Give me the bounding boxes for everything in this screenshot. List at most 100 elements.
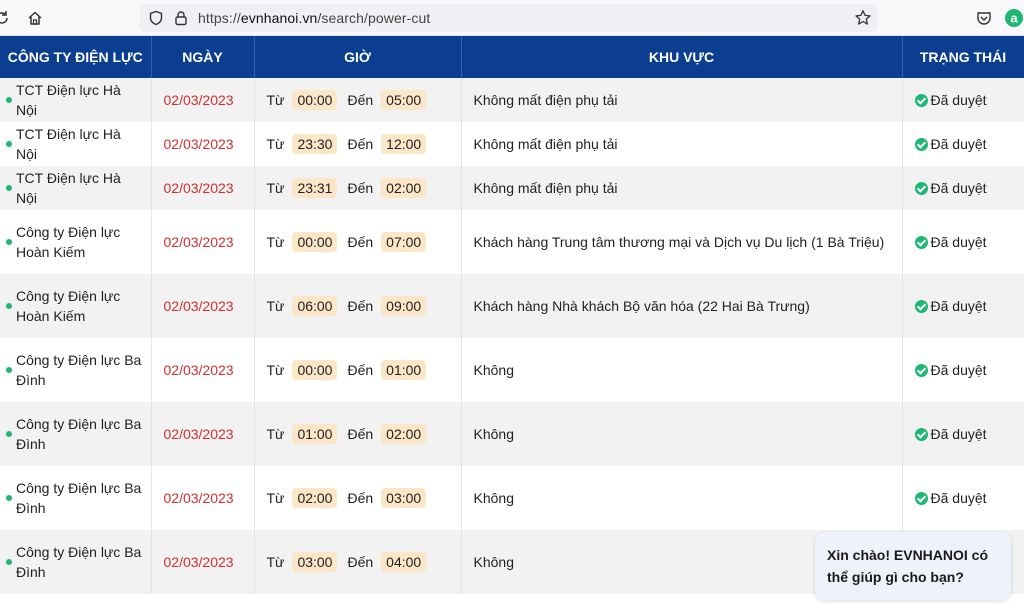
from-label: Từ [266, 298, 285, 314]
to-time: 12:00 [381, 134, 427, 154]
check-circle-icon [914, 236, 928, 249]
table-header-row: CÔNG TY ĐIỆN LỰC NGÀY GIỜ KHU VỰC TRẠNG … [0, 36, 1024, 78]
check-circle-icon [914, 182, 928, 195]
browser-toolbar: https://evnhanoi.vn/search/power-cut a [0, 0, 1024, 36]
status-text: Đã duyệt [930, 136, 987, 152]
table-row: Công ty Điện lực Ba Đình 02/03/2023 Từ 02:0… [0, 466, 1024, 530]
time-cell: Từ 00:00 Đến 05:00 [254, 78, 462, 122]
from-time: 03:00 [292, 552, 338, 572]
company-dot-icon [6, 141, 12, 147]
table-row: Công ty Điện lực Hoàn Kiếm 02/03/2023 Từ 00… [0, 210, 1024, 274]
status-text: Đã duyệt [930, 234, 987, 250]
status-cell: Đã duyệt [902, 402, 1024, 466]
company-cell: TCT Điện lực Hà Nội [0, 78, 152, 122]
extension-a-icon[interactable]: a [1004, 8, 1024, 28]
status-text: Đã duyệt [930, 426, 987, 442]
company-dot-icon [6, 185, 12, 191]
to-time: 02:00 [381, 424, 427, 444]
table-row: Công ty Điện lực Hoàn Kiếm 02/03/2023 Từ 06… [0, 274, 1024, 338]
url-host: evnhanoi.vn [240, 10, 318, 26]
url-text[interactable]: https://evnhanoi.vn/search/power-cut [198, 10, 430, 26]
from-time: 23:30 [292, 134, 338, 154]
to-time: 01:00 [381, 360, 427, 380]
company-dot-icon [6, 431, 12, 437]
company-name: Công ty Điện lực Hoàn Kiếm [16, 288, 121, 324]
to-time: 03:00 [381, 488, 427, 508]
company-cell: Công ty Điện lực Ba Đình [0, 466, 152, 530]
table-row: TCT Điện lực Hà Nội 02/03/2023 Từ 23:30 Đến 1… [0, 122, 1024, 166]
status-cell: Đã duyệt [902, 210, 1024, 274]
from-time: 00:00 [292, 232, 338, 252]
company-name: TCT Điện lực Hà Nội [16, 126, 121, 162]
date-cell: 02/03/2023 [151, 338, 255, 402]
date-cell: 02/03/2023 [151, 122, 255, 166]
power-cut-table: CÔNG TY ĐIỆN LỰC NGÀY GIỜ KHU VỰC TRẠNG … [0, 36, 1024, 594]
table-row: Công ty Điện lực Ba Đình 02/03/2023 Từ 01:0… [0, 402, 1024, 466]
company-name: Công ty Điện lực Ba Đình [16, 352, 142, 388]
home-icon[interactable] [25, 8, 45, 28]
to-label: Đến [347, 136, 374, 152]
area-cell: Không [461, 402, 903, 466]
header-time: GIỜ [254, 36, 462, 78]
to-time: 05:00 [381, 90, 427, 110]
status-cell: Đã duyệt [902, 338, 1024, 402]
header-area: KHU VỰC [461, 36, 903, 78]
area-cell: Khách hàng Trung tâm thương mại và Dịch … [461, 210, 903, 274]
time-cell: Từ 00:00 Đến 07:00 [254, 210, 462, 274]
from-label: Từ [266, 490, 285, 506]
url-path: /search/power-cut [317, 10, 431, 26]
table-row: Công ty Điện lực Ba Đình 02/03/2023 Từ 00:0… [0, 338, 1024, 402]
from-time: 01:00 [292, 424, 338, 444]
chat-greeting-bubble[interactable]: Xin chào! EVNHANOI có thể giúp gì cho bạ… [815, 532, 1011, 600]
time-cell: Từ 23:31 Đến 02:00 [254, 166, 462, 210]
to-time: 04:00 [381, 552, 427, 572]
status-cell: Đã duyệt [902, 466, 1024, 530]
from-label: Từ [266, 234, 285, 250]
check-circle-icon [914, 428, 928, 441]
check-circle-icon [914, 94, 928, 107]
company-cell: Công ty Điện lực Ba Đình [0, 402, 152, 466]
header-date: NGÀY [151, 36, 255, 78]
date-cell: 02/03/2023 [151, 466, 255, 530]
to-label: Đến [347, 426, 374, 442]
date-cell: 02/03/2023 [151, 274, 255, 338]
from-label: Từ [266, 136, 285, 152]
status-cell: Đã duyệt [902, 78, 1024, 122]
pocket-icon[interactable] [974, 8, 994, 28]
status-text: Đã duyệt [930, 490, 987, 506]
status-cell: Đã duyệt [902, 166, 1024, 210]
time-cell: Từ 06:00 Đến 09:00 [254, 274, 462, 338]
bookmark-star-icon[interactable] [853, 8, 873, 28]
status-text: Đã duyệt [930, 180, 987, 196]
company-cell: TCT Điện lực Hà Nội [0, 122, 152, 166]
to-time: 02:00 [381, 178, 427, 198]
header-company: CÔNG TY ĐIỆN LỰC [0, 36, 152, 78]
table-row: TCT Điện lực Hà Nội 02/03/2023 Từ 00:00 Đến 0… [0, 78, 1024, 122]
company-cell: Công ty Điện lực Hoàn Kiếm [0, 274, 152, 338]
area-cell: Không [461, 466, 903, 530]
area-cell: Không mất điện phụ tải [461, 166, 903, 210]
svg-text:a: a [1010, 11, 1018, 26]
to-label: Đến [347, 180, 374, 196]
to-label: Đến [347, 298, 374, 314]
to-label: Đến [347, 362, 374, 378]
shield-icon[interactable] [146, 8, 166, 28]
company-dot-icon [6, 239, 12, 245]
to-time: 07:00 [381, 232, 427, 252]
header-status: TRẠNG THÁI [902, 36, 1024, 78]
address-bar[interactable]: https://evnhanoi.vn/search/power-cut [140, 4, 878, 32]
company-name: Công ty Điện lực Ba Đình [16, 544, 142, 580]
from-time: 00:00 [292, 90, 338, 110]
to-label: Đến [347, 92, 374, 108]
lock-icon[interactable] [171, 8, 191, 28]
to-label: Đến [347, 234, 374, 250]
reload-icon[interactable] [0, 8, 12, 28]
from-time: 02:00 [292, 488, 338, 508]
status-text: Đã duyệt [930, 92, 987, 108]
area-cell: Không mất điện phụ tải [461, 78, 903, 122]
company-cell: Công ty Điện lực Ba Đình [0, 530, 152, 594]
time-cell: Từ 02:00 Đến 03:00 [254, 466, 462, 530]
from-time: 06:00 [292, 296, 338, 316]
area-cell: Không mất điện phụ tải [461, 122, 903, 166]
status-cell: Đã duyệt [902, 122, 1024, 166]
